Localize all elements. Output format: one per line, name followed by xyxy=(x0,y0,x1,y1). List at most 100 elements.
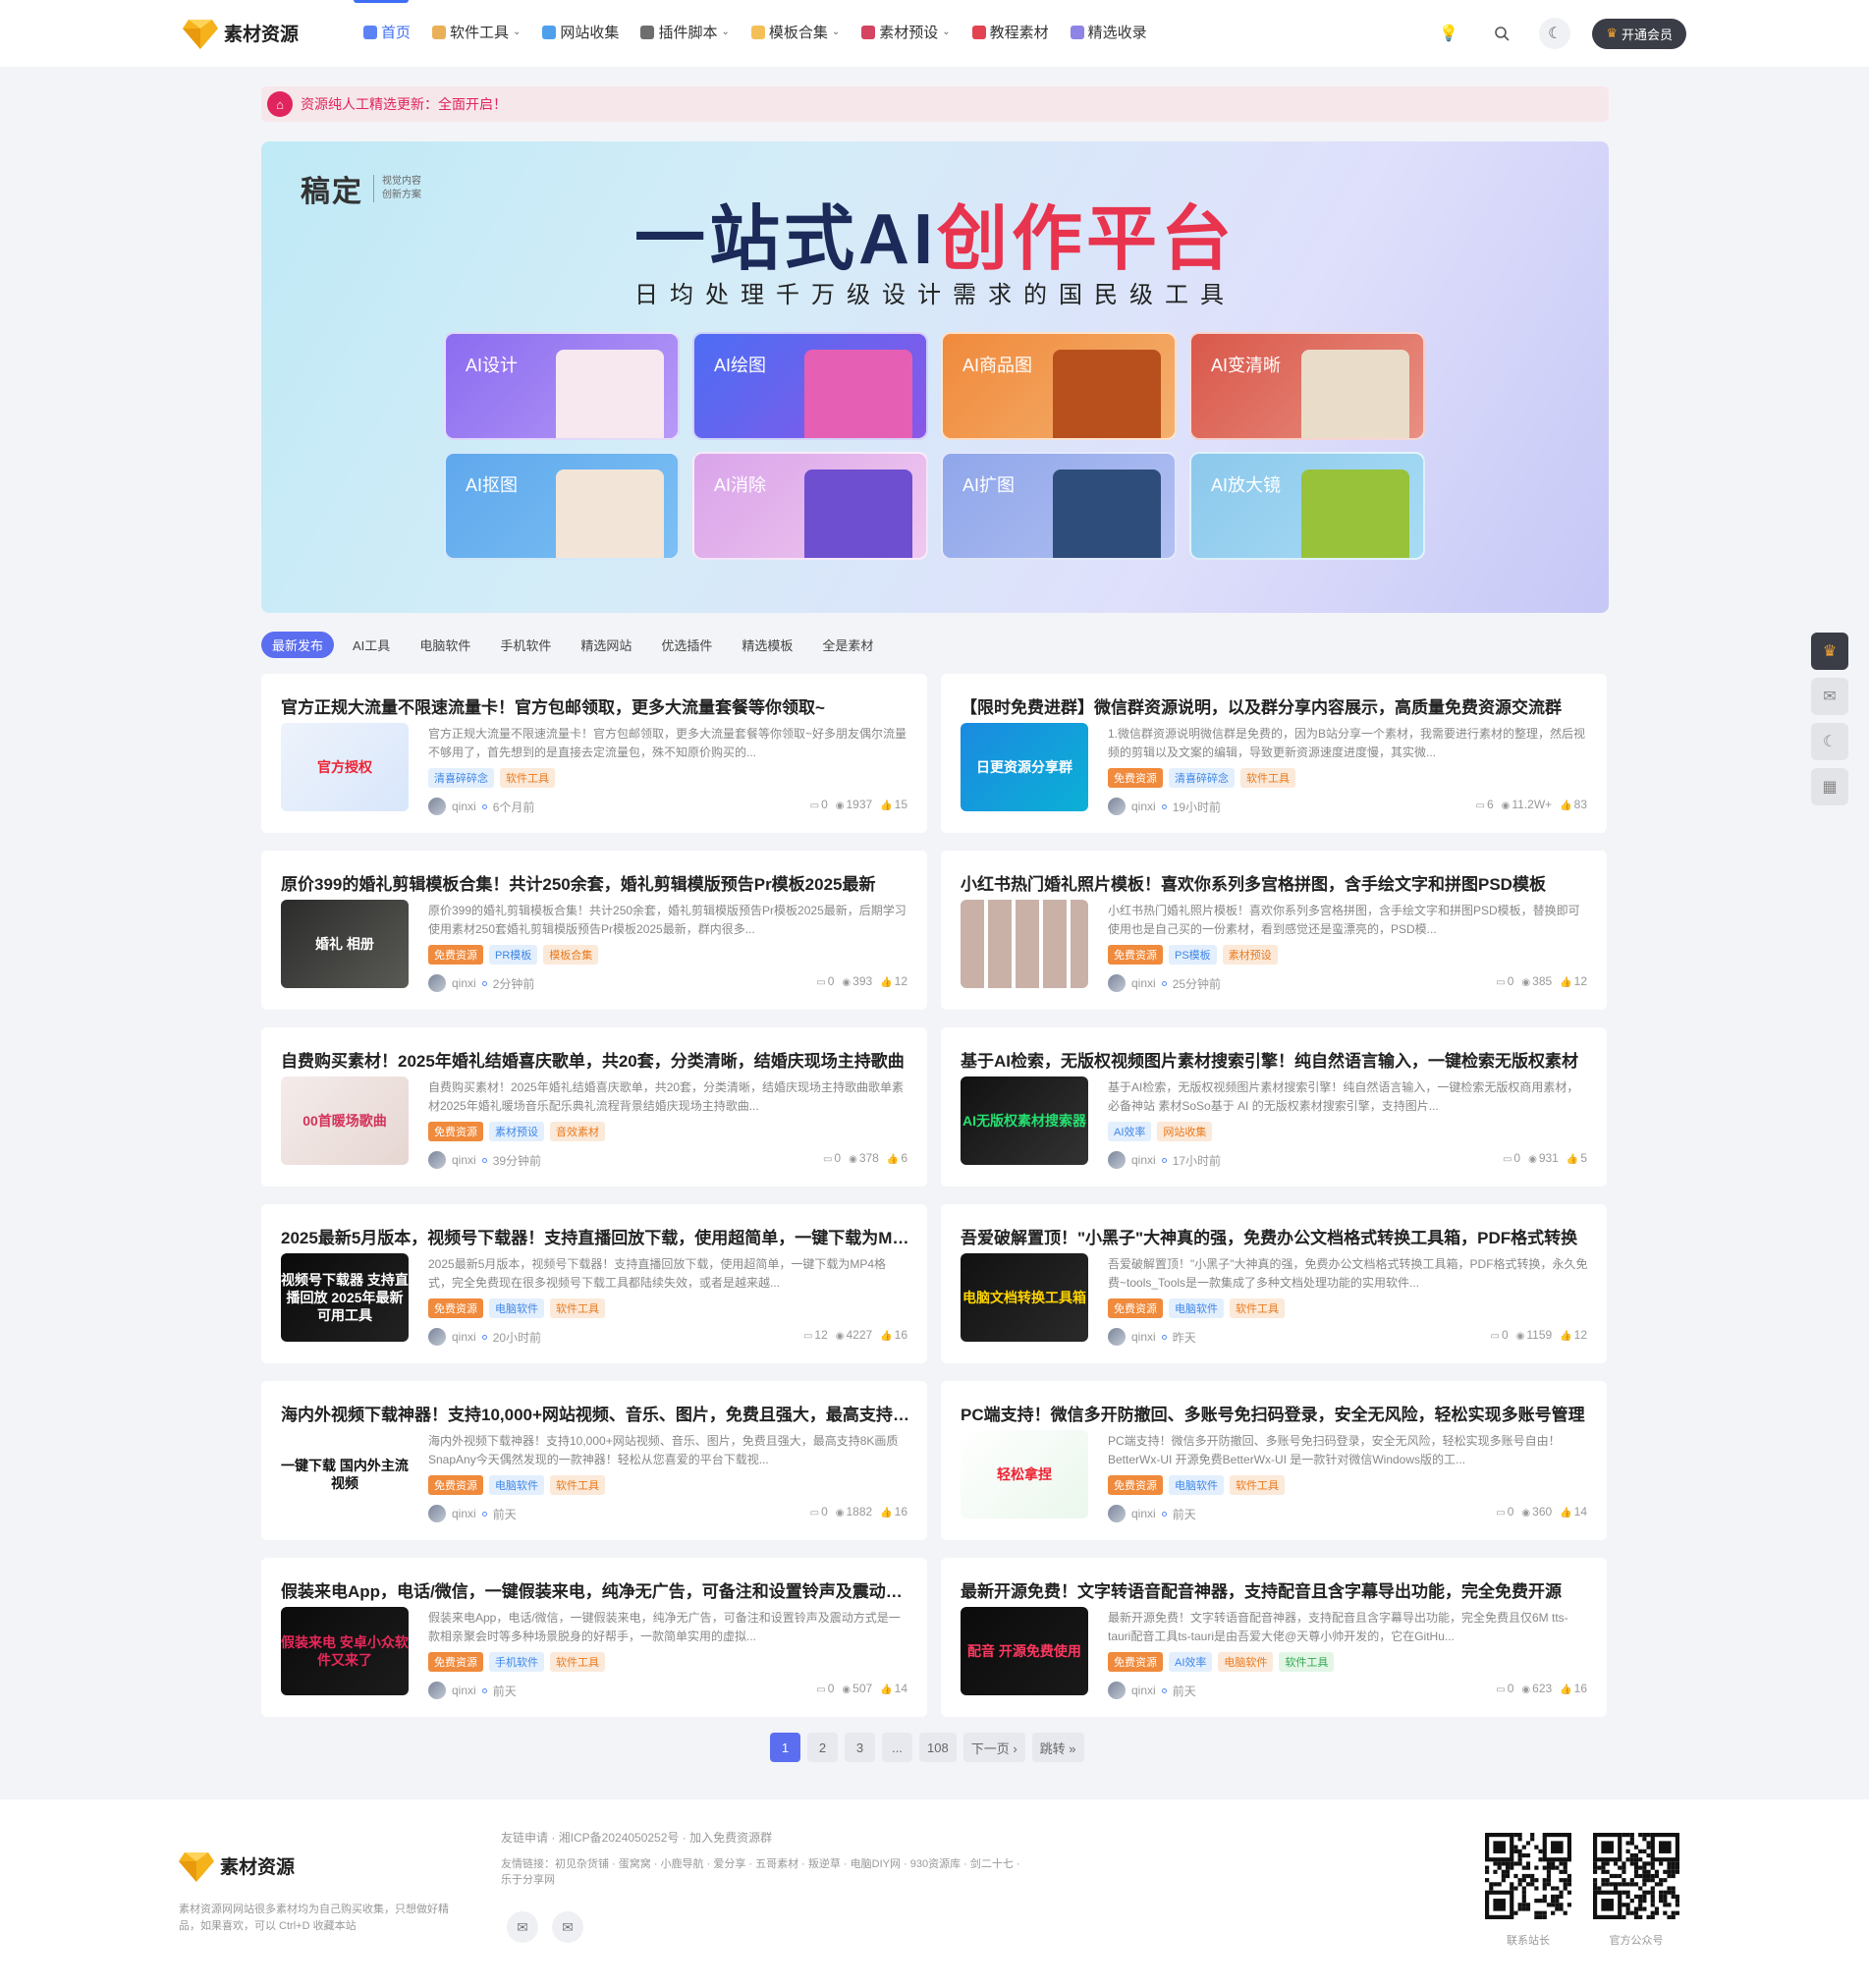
post-thumbnail[interactable]: 视频号下载器 支持直播回放 2025年最新可用工具 xyxy=(281,1253,409,1342)
tab-0[interactable]: 最新发布 xyxy=(261,632,335,658)
post-tag[interactable]: 素材预设 xyxy=(1222,945,1278,965)
post-tag[interactable]: 电脑软件 xyxy=(1169,1298,1224,1318)
post-tag[interactable]: 免费资源 xyxy=(1108,1298,1163,1318)
post-card[interactable]: 基于AI检索，无版权视频图片素材搜索引擎！纯自然语言输入，一键检索无版权素材 AI… xyxy=(941,1027,1607,1187)
post-tag[interactable]: 清喜碎碎念 xyxy=(1169,768,1235,788)
post-card[interactable]: 官方正规大流量不限速流量卡！官方包邮领取，更多大流量套餐等你领取~ 官方授权 官方正… xyxy=(261,674,927,833)
post-title[interactable]: 【限时免费进群】微信群资源说明，以及群分享内容展示，高质量免费资源交流群 xyxy=(961,693,1589,718)
post-thumbnail[interactable]: 日更资源分享群 xyxy=(961,723,1088,811)
footer-links[interactable]: 友链申请 · 湘ICP备2024050252号 · 加入免费资源群 xyxy=(501,1829,772,1846)
tab-2[interactable]: 电脑软件 xyxy=(409,632,481,658)
nav-item-0[interactable]: 首页 xyxy=(363,22,411,42)
post-author[interactable]: qinxi xyxy=(1131,976,1156,990)
post-tag[interactable]: 软件工具 xyxy=(1279,1652,1335,1672)
post-thumbnail[interactable]: 一键下载 国内外主流视频 xyxy=(281,1430,409,1519)
post-thumbnail[interactable] xyxy=(961,900,1088,988)
post-tag[interactable]: 免费资源 xyxy=(428,1475,483,1495)
jump-page-button[interactable]: 跳转 » xyxy=(1031,1733,1084,1762)
avatar[interactable] xyxy=(1108,1682,1126,1699)
post-tag[interactable]: 软件工具 xyxy=(500,768,555,788)
email-icon[interactable]: ✉ xyxy=(552,1911,583,1943)
post-author[interactable]: qinxi xyxy=(1131,1330,1156,1344)
post-tag[interactable]: PS模板 xyxy=(1169,945,1217,965)
post-tag[interactable]: 免费资源 xyxy=(428,945,483,965)
page-0[interactable]: 1 xyxy=(770,1733,800,1762)
ai-card-6[interactable]: AI扩图 xyxy=(941,452,1177,560)
post-tag[interactable]: 免费资源 xyxy=(1108,1652,1163,1672)
post-tag[interactable]: 免费资源 xyxy=(428,1298,483,1318)
post-author[interactable]: qinxi xyxy=(1131,1153,1156,1167)
next-page-button[interactable]: 下一页 › xyxy=(962,1733,1025,1762)
ai-card-7[interactable]: AI放大镜 xyxy=(1189,452,1425,560)
post-card[interactable]: 小红书热门婚礼照片模板！喜欢你系列多宫格拼图，含手绘文字和拼图PSD模板 小红书热… xyxy=(941,851,1607,1010)
tab-4[interactable]: 精选网站 xyxy=(570,632,642,658)
nav-item-4[interactable]: 模板合集 ⌄ xyxy=(750,22,840,42)
site-logo[interactable]: 素材资源 xyxy=(183,16,299,49)
page-4[interactable]: 108 xyxy=(919,1733,957,1762)
avatar[interactable] xyxy=(1108,1505,1126,1522)
post-tag[interactable]: 网站收集 xyxy=(1157,1122,1213,1141)
post-card[interactable]: 最新开源免费！文字转语音配音神器，支持配音且含字幕导出功能，完全免费开源配音 开… xyxy=(941,1558,1607,1717)
post-card[interactable]: 原价399的婚礼剪辑模板合集！共计250余套，婚礼剪辑模版预告Pr模板2025最… xyxy=(261,851,927,1010)
post-thumbnail[interactable]: 婚礼 相册 xyxy=(281,900,409,988)
post-tag[interactable]: 电脑软件 xyxy=(489,1475,544,1495)
post-card[interactable]: 海内外视频下载神器！支持10,000+网站视频、音乐、图片，免费且强大，最高支持… xyxy=(261,1381,927,1540)
qrcode-icon[interactable]: ▦ xyxy=(1811,768,1848,805)
post-title[interactable]: 最新开源免费！文字转语音配音神器，支持配音且含字幕导出功能，完全免费开源 xyxy=(961,1577,1589,1602)
post-author[interactable]: qinxi xyxy=(452,1507,476,1520)
tab-1[interactable]: AI工具 xyxy=(342,632,401,658)
nav-item-6[interactable]: 教程素材 xyxy=(971,22,1049,42)
post-thumbnail[interactable]: AI无版权素材搜索器 xyxy=(961,1077,1088,1165)
post-tag[interactable]: 音效素材 xyxy=(550,1122,605,1141)
ai-card-1[interactable]: AI绘图 xyxy=(692,332,928,440)
post-tag[interactable]: 软件工具 xyxy=(1240,768,1295,788)
post-title[interactable]: 自费购买素材！2025年婚礼结婚喜庆歌单，共20套，分类清晰，结婚庆现场主持歌曲 xyxy=(281,1047,909,1072)
wechat-icon[interactable]: ✉ xyxy=(507,1911,538,1943)
avatar[interactable] xyxy=(428,1682,446,1699)
promo-banner[interactable]: 稿定 视觉内容 创新方案 一站式AI创作平台 日均处理千万级设计需求的国民级工具… xyxy=(261,141,1609,613)
tab-5[interactable]: 优选插件 xyxy=(650,632,723,658)
post-tag[interactable]: AI效率 xyxy=(1169,1652,1213,1672)
avatar[interactable] xyxy=(1108,798,1126,815)
post-author[interactable]: qinxi xyxy=(452,1684,476,1697)
post-tag[interactable]: 软件工具 xyxy=(1230,1298,1285,1318)
avatar[interactable] xyxy=(428,1328,446,1346)
post-title[interactable]: 海内外视频下载神器！支持10,000+网站视频、音乐、图片，免费且强大，最高支持… xyxy=(281,1401,909,1425)
ai-card-3[interactable]: AI变清晰 xyxy=(1189,332,1425,440)
post-thumbnail[interactable]: 轻松拿捏 xyxy=(961,1430,1088,1519)
post-tag[interactable]: 软件工具 xyxy=(1230,1475,1285,1495)
post-tag[interactable]: 免费资源 xyxy=(428,1122,483,1141)
post-title[interactable]: PC端支持！微信多开防撤回、多账号免扫码登录，安全无风险，轻松实现多账号管理 xyxy=(961,1401,1589,1425)
post-title[interactable]: 假装来电App，电话/微信，一键假装来电，纯净无广告，可备注和设置铃声及震动方式 xyxy=(281,1577,909,1602)
footer-logo[interactable]: 素材资源 xyxy=(179,1849,295,1882)
post-tag[interactable]: AI效率 xyxy=(1108,1122,1152,1141)
footer-friend-links[interactable]: 友情链接：初见杂货铺 · 蛋窝窝 · 小鹿导航 · 爱分享 · 五哥素材 · 叛… xyxy=(501,1856,1031,1888)
avatar[interactable] xyxy=(428,1151,446,1169)
post-card[interactable]: 【限时免费进群】微信群资源说明，以及群分享内容展示，高质量免费资源交流群日更资源… xyxy=(941,674,1607,833)
post-thumbnail[interactable]: 配音 开源免费使用 xyxy=(961,1607,1088,1695)
post-author[interactable]: qinxi xyxy=(1131,1507,1156,1520)
ai-card-0[interactable]: AI设计 xyxy=(444,332,680,440)
post-tag[interactable]: 电脑软件 xyxy=(1218,1652,1274,1672)
post-tag[interactable]: 软件工具 xyxy=(550,1298,605,1318)
post-tag[interactable]: 电脑软件 xyxy=(1169,1475,1224,1495)
ai-card-4[interactable]: AI抠图 xyxy=(444,452,680,560)
post-title[interactable]: 小红书热门婚礼照片模板！喜欢你系列多宫格拼图，含手绘文字和拼图PSD模板 xyxy=(961,870,1589,895)
post-tag[interactable]: 手机软件 xyxy=(489,1652,544,1672)
avatar[interactable] xyxy=(1108,1151,1126,1169)
post-tag[interactable]: 软件工具 xyxy=(550,1475,605,1495)
post-author[interactable]: qinxi xyxy=(1131,800,1156,813)
vip-button[interactable]: ♛ 开通会员 xyxy=(1592,18,1686,49)
ai-card-5[interactable]: AI消除 xyxy=(692,452,928,560)
post-author[interactable]: qinxi xyxy=(452,976,476,990)
post-tag[interactable]: 模板合集 xyxy=(543,945,599,965)
nav-item-2[interactable]: 网站收集 xyxy=(542,22,619,42)
post-title[interactable]: 2025最新5月版本，视频号下载器！支持直播回放下载，使用超简单，一键下载为MP… xyxy=(281,1224,909,1248)
post-tag[interactable]: 免费资源 xyxy=(1108,945,1163,965)
post-tag[interactable]: 免费资源 xyxy=(428,1652,483,1672)
search-icon[interactable] xyxy=(1486,18,1517,49)
moon-icon[interactable]: ☾ xyxy=(1811,723,1848,760)
post-tag[interactable]: 软件工具 xyxy=(550,1652,605,1672)
nav-item-1[interactable]: 软件工具 ⌄ xyxy=(432,22,521,42)
vip-crown-icon[interactable]: ♛ xyxy=(1811,633,1848,670)
